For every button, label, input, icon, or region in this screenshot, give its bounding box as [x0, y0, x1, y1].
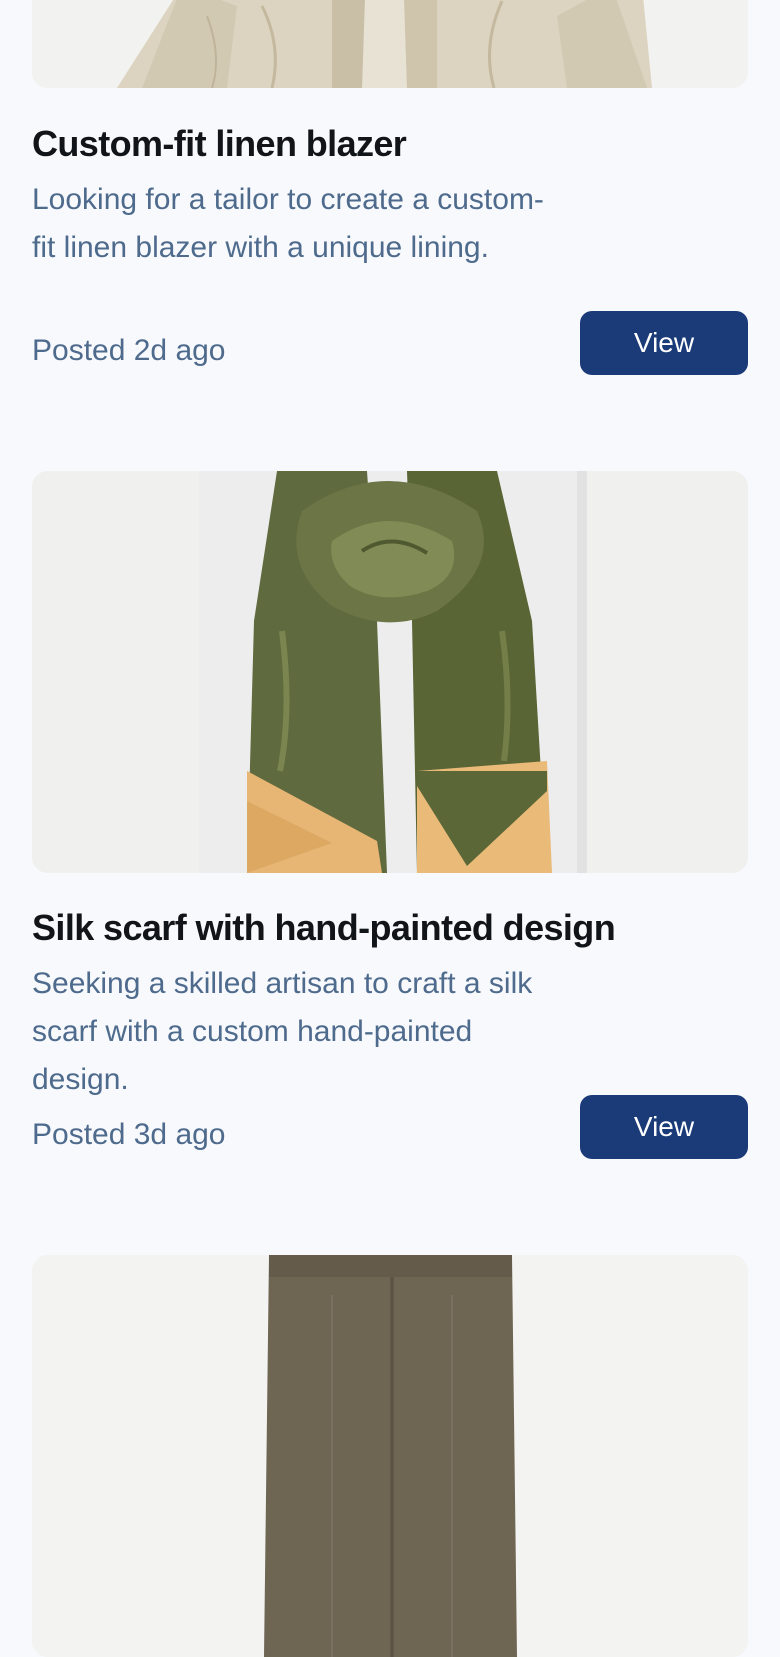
posted-time: Posted 3d ago [32, 1118, 226, 1151]
scarf-image[interactable] [32, 471, 748, 873]
card-description: Looking for a tailor to create a custom-… [32, 183, 544, 264]
view-button[interactable]: View [580, 311, 748, 375]
card-title: Custom-fit linen blazer [32, 123, 407, 164]
scarf-photo [32, 471, 748, 873]
request-feed: Custom-fit linen blazer Looking for a ta… [0, 0, 780, 1657]
card-description: Seeking a skilled artisan to craft a sil… [32, 967, 533, 1096]
posted-time: Posted 2d ago [32, 334, 226, 367]
view-button[interactable]: View [580, 1095, 748, 1159]
blazer-photo [32, 0, 748, 88]
trousers-photo [32, 1255, 748, 1657]
card-title: Silk scarf with hand-painted design [32, 907, 616, 948]
blazer-image[interactable] [32, 0, 748, 88]
trousers-image[interactable] [32, 1255, 748, 1657]
